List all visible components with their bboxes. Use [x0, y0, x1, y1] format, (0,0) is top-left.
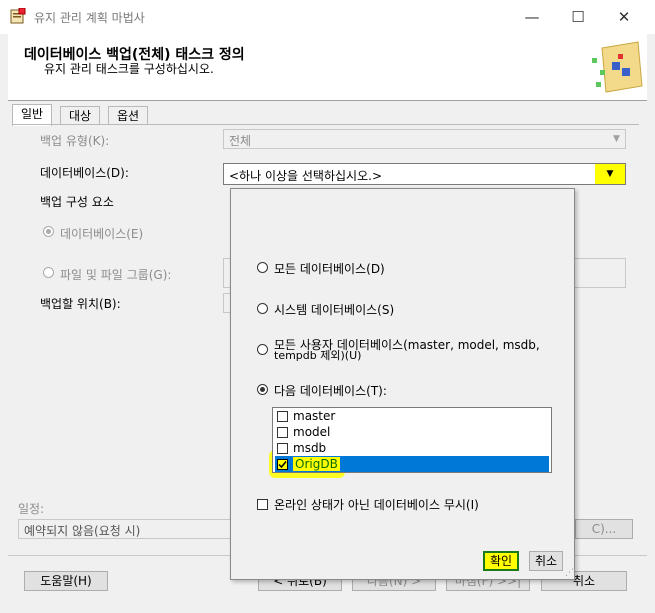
database-value: <하나 이상을 선택하십시오.> — [229, 169, 382, 183]
change-schedule-button[interactable]: C)... — [575, 519, 633, 539]
backup-dest-label: 백업할 위치(B): — [40, 297, 121, 311]
radio-system-databases-label: 시스템 데이터베이스(S) — [274, 303, 395, 317]
backup-component-label: 백업 구성 요소 — [40, 195, 114, 209]
backup-type-label: 백업 유형(K): — [40, 134, 110, 148]
chevron-down-icon: ▼ — [613, 134, 620, 144]
schedule-field: 예약되지 않음(요청 시) — [18, 519, 238, 539]
radio-all-databases-label: 모든 데이터베이스(D) — [274, 262, 385, 276]
resize-grip-icon[interactable]: ⋰ — [565, 568, 574, 578]
radio-files-label: 파일 및 파일 그룹(G): — [60, 268, 172, 282]
radio-these-databases[interactable] — [257, 384, 268, 395]
checkbox-master[interactable] — [277, 411, 288, 422]
tab-general[interactable]: 일반 — [12, 104, 53, 126]
list-item-label: model — [293, 425, 331, 439]
ignore-offline-label: 온라인 상태가 아닌 데이터베이스 무시(I) — [274, 498, 479, 512]
radio-all-databases[interactable] — [257, 262, 268, 273]
wizard-app-icon — [10, 8, 26, 24]
tab-options[interactable]: 옵션 — [108, 106, 149, 125]
schedule-value: 예약되지 않음(요청 시) — [24, 524, 141, 538]
list-item[interactable]: msdb — [275, 440, 549, 456]
chevron-down-icon[interactable]: ▼ — [595, 164, 625, 184]
backup-type-value: 전체 — [229, 134, 252, 148]
checkbox-msdb[interactable] — [277, 443, 288, 454]
window-title: 유지 관리 계획 마법사 — [34, 11, 145, 25]
radio-user-databases-label-2: tempdb 제외)(U) — [274, 349, 362, 362]
radio-user-databases[interactable] — [257, 344, 268, 355]
database-list[interactable]: master model msdb OrigDB — [272, 407, 552, 473]
close-button[interactable]: ✕ — [601, 0, 647, 34]
database-selection-popup: 모든 데이터베이스(D) 시스템 데이터베이스(S) 모든 사용자 데이터베이스… — [230, 188, 575, 580]
minimize-button[interactable]: — — [509, 0, 555, 34]
wizard-graphic-icon — [592, 41, 643, 93]
maximize-button[interactable]: ☐ — [555, 0, 601, 34]
checkbox-ignore-offline[interactable] — [257, 499, 268, 510]
schedule-label: 일정: — [18, 502, 45, 516]
wizard-header: 데이터베이스 백업(전체) 태스크 정의 유지 관리 태스크를 구성하십시오. — [8, 34, 647, 101]
radio-database-label: 데이터베이스(E) — [60, 227, 144, 241]
tab-divider — [12, 124, 639, 125]
list-item[interactable]: master — [275, 408, 549, 424]
list-item-selected[interactable]: OrigDB — [275, 456, 549, 472]
page-subtitle: 유지 관리 태스크를 구성하십시오. — [44, 62, 214, 76]
radio-these-databases-label: 다음 데이터베이스(T): — [274, 384, 387, 398]
tab-destination[interactable]: 대상 — [60, 106, 101, 125]
popup-cancel-button[interactable]: 취소 — [529, 551, 563, 571]
title-bar: 유지 관리 계획 마법사 — ☐ ✕ — [0, 0, 655, 34]
ok-button[interactable]: 확인 — [483, 551, 519, 571]
database-label: 데이터베이스(D): — [40, 166, 129, 180]
radio-system-databases[interactable] — [257, 303, 268, 314]
help-button[interactable]: 도움말(H) — [24, 571, 108, 591]
list-item-label: msdb — [293, 441, 327, 455]
radio-files[interactable] — [43, 267, 54, 278]
list-item-label: master — [293, 409, 336, 423]
checkbox-model[interactable] — [277, 427, 288, 438]
checkmark-icon — [278, 461, 287, 469]
checkbox-origdb[interactable] — [277, 459, 288, 470]
list-item[interactable]: model — [275, 424, 549, 440]
database-combo[interactable]: <하나 이상을 선택하십시오.> ▼ — [223, 163, 626, 185]
list-item-label: OrigDB — [293, 457, 340, 471]
backup-type-combo[interactable]: 전체 ▼ — [223, 129, 626, 149]
radio-database[interactable] — [43, 226, 54, 237]
